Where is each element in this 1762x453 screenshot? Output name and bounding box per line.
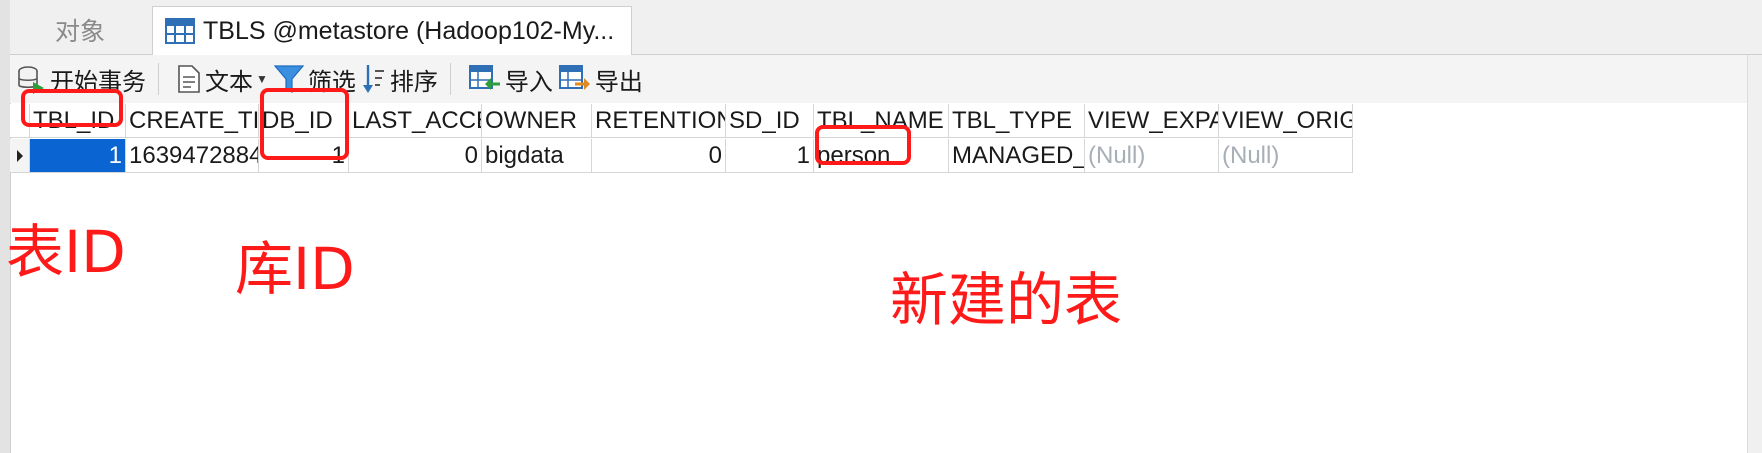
sort-button[interactable]: 排序 xyxy=(362,59,438,99)
table-icon xyxy=(165,18,195,44)
column-header-tbl-type[interactable]: TBL_TYPE xyxy=(949,104,1085,138)
column-header-owner[interactable]: OWNER xyxy=(482,104,592,138)
text-button[interactable]: 文本 ▼ xyxy=(177,59,268,99)
cell-sd-id[interactable]: 1 xyxy=(726,139,814,173)
cell-view-expanded-text[interactable]: (Null) xyxy=(1085,139,1219,173)
table-header-row: TBL_ID CREATE_TIME DB_ID LAST_ACCESS_TIM… xyxy=(10,104,1353,138)
text-label: 文本 xyxy=(205,68,253,96)
import-icon xyxy=(468,65,500,90)
toolbar-divider xyxy=(449,63,451,95)
tab-tbls-table[interactable]: TBLS @metastore (Hadoop102-My... xyxy=(152,6,632,55)
highlight-db-id xyxy=(260,88,349,160)
highlight-tbl-name xyxy=(815,125,911,165)
tab-bar: 对象 TBLS @metastore (Hadoop102-My... xyxy=(10,0,1762,55)
column-header-sd-id[interactable]: SD_ID xyxy=(726,104,814,138)
document-text-icon xyxy=(178,65,200,93)
cell-tbl-type[interactable]: MANAGED_TABLE xyxy=(949,139,1085,173)
cell-retention[interactable]: 0 xyxy=(592,139,726,173)
vertical-scrollbar[interactable] xyxy=(1747,55,1762,453)
export-icon xyxy=(558,65,590,90)
column-header-last-access-time[interactable]: LAST_ACCESS_TIME xyxy=(349,104,482,138)
cell-owner[interactable]: bigdata xyxy=(482,139,592,173)
tab-objects[interactable]: 对象 xyxy=(10,6,150,54)
chevron-down-icon: ▼ xyxy=(256,72,268,86)
tab-tbls-label: TBLS @metastore (Hadoop102-My... xyxy=(203,16,615,45)
column-header-create-time[interactable]: CREATE_TIME xyxy=(126,104,259,138)
cell-tbl-id[interactable]: 1 xyxy=(30,139,126,173)
export-label: 导出 xyxy=(594,68,643,96)
column-header-view-expanded-text[interactable]: VIEW_EXPANDED_TEXT xyxy=(1085,104,1219,138)
row-selector-arrow[interactable] xyxy=(10,139,30,173)
highlight-tbl-id xyxy=(21,89,123,127)
toolbar-divider xyxy=(158,63,159,95)
annotation-db-id: 库ID xyxy=(235,235,355,303)
import-button[interactable]: 导入 xyxy=(468,59,553,99)
table-row[interactable]: 1 1639472884 1 0 bigdata 0 1 person MANA… xyxy=(10,139,1353,173)
annotation-table-id: 表ID xyxy=(6,218,126,286)
annotation-new-table: 新建的表 xyxy=(890,266,1123,334)
column-header-retention[interactable]: RETENTION xyxy=(592,104,726,138)
cell-last-access-time[interactable]: 0 xyxy=(349,139,482,173)
sort-icon xyxy=(362,65,384,93)
cell-create-time[interactable]: 1639472884 xyxy=(126,139,259,173)
export-button[interactable]: 导出 xyxy=(558,59,643,99)
column-header-view-original-text[interactable]: VIEW_ORIGINAL_TEXT xyxy=(1219,104,1353,138)
import-label: 导入 xyxy=(504,68,553,96)
cell-view-original-text[interactable]: (Null) xyxy=(1219,139,1353,173)
sort-label: 排序 xyxy=(389,68,438,96)
